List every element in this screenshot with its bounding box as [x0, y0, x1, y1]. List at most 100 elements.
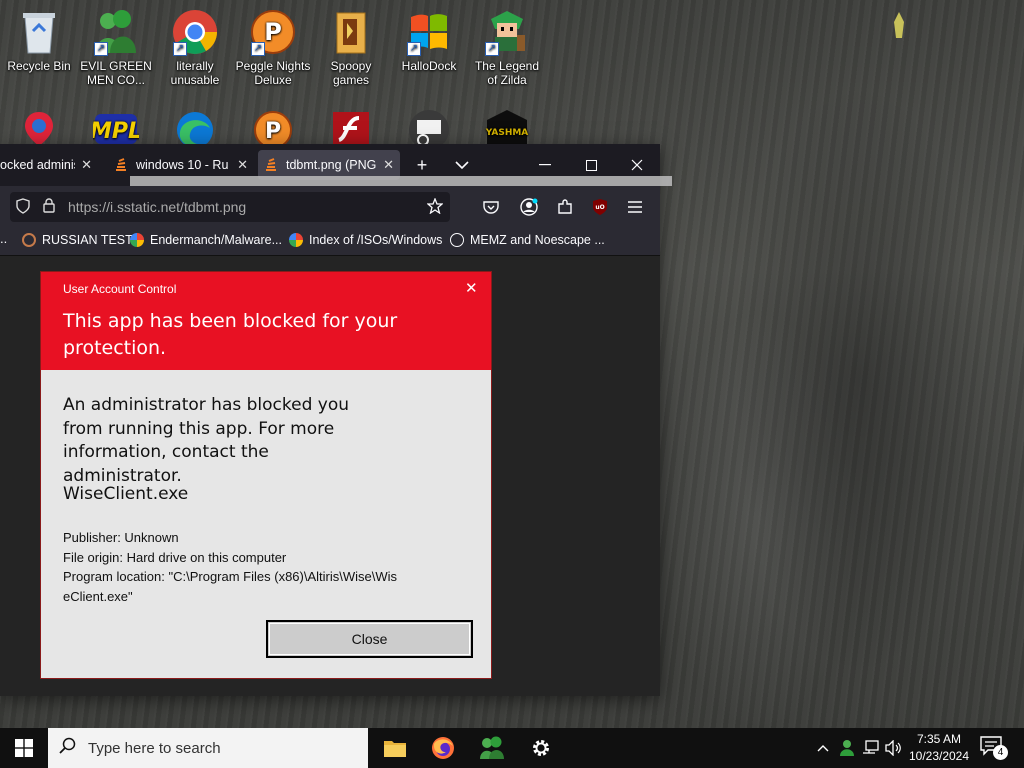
folder-icon [327, 8, 375, 56]
list-all-tabs-button[interactable] [448, 152, 476, 178]
tab-close-icon[interactable]: ✕ [81, 157, 92, 173]
magnifier-favicon-icon [22, 233, 36, 247]
bookmarks-toolbar: .. RUSSIAN TEST Endermanch/Malware... In… [0, 228, 660, 256]
volume-icon[interactable] [884, 738, 904, 758]
uac-close-button[interactable]: Close [266, 620, 473, 658]
maximize-button[interactable] [571, 152, 611, 178]
address-bar[interactable]: https://i.sstatic.net/tdbmt.png [10, 192, 450, 222]
taskbar-search-box[interactable]: Type here to search [48, 728, 368, 768]
tray-green-men-icon[interactable] [836, 738, 858, 758]
desktop-icon-evil-green-men[interactable]: ↗ EVIL GREEN MEN CO... [78, 8, 154, 87]
svg-text:P: P [265, 119, 281, 144]
recycle-bin-icon [15, 8, 63, 56]
globe-icon [450, 233, 464, 247]
peggle-icon: P ↗ [249, 8, 297, 56]
menu-hamburger-icon[interactable] [624, 196, 646, 218]
google-favicon-icon [289, 233, 303, 247]
uac-message: An administrator has blocked you from ru… [63, 395, 350, 486]
desktop-icon-spoopy-games[interactable]: Spoopy games [313, 8, 389, 87]
taskbar-firefox[interactable] [419, 728, 467, 768]
tab-label: windows 10 - Ru [136, 158, 229, 172]
minimize-icon [539, 164, 551, 166]
close-window-button[interactable] [617, 152, 657, 178]
drag-overlay-strip [130, 176, 672, 186]
bookmark-label: RUSSIAN TEST [42, 233, 133, 247]
network-icon[interactable] [860, 738, 882, 758]
taskbar-file-explorer[interactable] [371, 728, 419, 768]
stackexchange-favicon-icon [264, 158, 278, 172]
bookmark-endermanch[interactable]: Endermanch/Malware... [130, 233, 282, 247]
desktop-icon-hallodock[interactable]: ↗ HalloDock [391, 8, 467, 73]
desktop-icon-label: HalloDock [401, 59, 457, 73]
uac-publisher: Publisher: Unknown [63, 530, 179, 545]
tab-label: tdbmt.png (PNG [286, 158, 377, 172]
tab-close-icon[interactable]: ✕ [383, 157, 394, 173]
uac-title: This app has been blocked for your prote… [63, 310, 398, 359]
desktop-icon-label: literally unusable [170, 59, 220, 87]
tab-blocked-admin[interactable]: ocked administ ✕ [0, 150, 98, 180]
bookmark-star-icon[interactable] [420, 196, 450, 217]
uac-close-icon[interactable]: ✕ [465, 279, 478, 297]
lock-icon[interactable] [36, 198, 62, 216]
desktop-icon-label: Spoopy games [330, 59, 372, 87]
navigation-toolbar: https://i.sstatic.net/tdbmt.png uO [0, 186, 660, 228]
uac-details: Publisher: Unknown File origin: Hard dri… [63, 528, 483, 606]
desktop-icon-peggle[interactable]: P ↗ Peggle Nights Deluxe [235, 8, 311, 87]
notification-count-badge: 4 [993, 745, 1008, 760]
gear-icon [533, 740, 549, 756]
ublock-origin-icon[interactable]: uO [589, 196, 611, 218]
url-text[interactable]: https://i.sstatic.net/tdbmt.png [62, 199, 420, 215]
desktop-icon-label: EVIL GREEN MEN CO... [80, 59, 152, 87]
taskbar-green-men[interactable] [468, 728, 516, 768]
uac-dialog: User Account Control ✕ This app has been… [41, 272, 491, 678]
bookmark-memz[interactable]: MEMZ and Noescape ... [450, 233, 605, 247]
minimize-button[interactable] [525, 152, 565, 178]
shortcut-arrow-icon: ↗ [485, 42, 499, 56]
shield-icon[interactable] [10, 197, 36, 217]
bookmark-russian-test[interactable]: RUSSIAN TEST [22, 233, 133, 247]
shortcut-arrow-icon: ↗ [173, 42, 187, 56]
uac-program-location: Program location: "C:\Program Files (x86… [63, 569, 398, 604]
tab-label: ocked administ [0, 158, 76, 172]
bookmark-label: MEMZ and Noescape ... [470, 233, 605, 247]
tab-close-icon[interactable]: ✕ [237, 157, 248, 173]
svg-text:MPL: MPL [93, 119, 139, 144]
uac-app-name: WiseClient.exe [63, 484, 189, 504]
uac-header: User Account Control ✕ This app has been… [41, 272, 491, 370]
wallpaper-figure [892, 12, 906, 38]
zilda-icon: ↗ [483, 8, 531, 56]
action-center-button[interactable]: 4 [980, 736, 1008, 760]
maximize-icon [585, 159, 597, 171]
google-favicon-icon [130, 233, 144, 247]
close-icon [631, 159, 643, 171]
stackexchange-favicon-icon [114, 158, 128, 172]
clock-date: 10/23/2024 [908, 749, 970, 763]
bookmark-overflow-dots[interactable]: .. [0, 231, 7, 246]
svg-text:P: P [264, 18, 282, 46]
yashma-text: YASHMA [485, 128, 529, 138]
bookmark-index-isos[interactable]: Index of /ISOs/Windows [289, 233, 442, 247]
desktop-icon-legend-of-zilda[interactable]: ↗ The Legend of Zilda [469, 8, 545, 87]
green-men-icon [480, 736, 504, 759]
taskbar-settings[interactable] [517, 728, 565, 768]
pocket-icon[interactable] [480, 196, 502, 218]
chevron-down-icon [455, 161, 469, 170]
show-hidden-icons-chevron-up-icon[interactable] [814, 738, 832, 758]
extensions-icon[interactable] [554, 196, 576, 218]
shortcut-arrow-icon: ↗ [94, 42, 108, 56]
green-men-icon: ↗ [92, 8, 140, 56]
search-icon [48, 737, 88, 760]
start-button[interactable] [0, 728, 48, 768]
desktop-icon-recycle-bin[interactable]: Recycle Bin [1, 8, 77, 73]
search-placeholder: Type here to search [88, 739, 221, 757]
desktop-icon-chrome[interactable]: ↗ literally unusable [157, 8, 233, 87]
svg-text:uO: uO [595, 204, 604, 211]
account-icon[interactable] [518, 196, 540, 218]
taskbar: Type here to search 7:35 AM 10/23/2024 4 [0, 728, 1024, 768]
new-tab-button[interactable]: + [408, 152, 436, 178]
chrome-icon: ↗ [171, 8, 219, 56]
clock[interactable]: 7:35 AM 10/23/2024 [904, 731, 974, 765]
desktop-icon-label: The Legend of Zilda [474, 59, 540, 87]
windows-start-icon [15, 739, 33, 757]
shortcut-arrow-icon: ↗ [407, 42, 421, 56]
